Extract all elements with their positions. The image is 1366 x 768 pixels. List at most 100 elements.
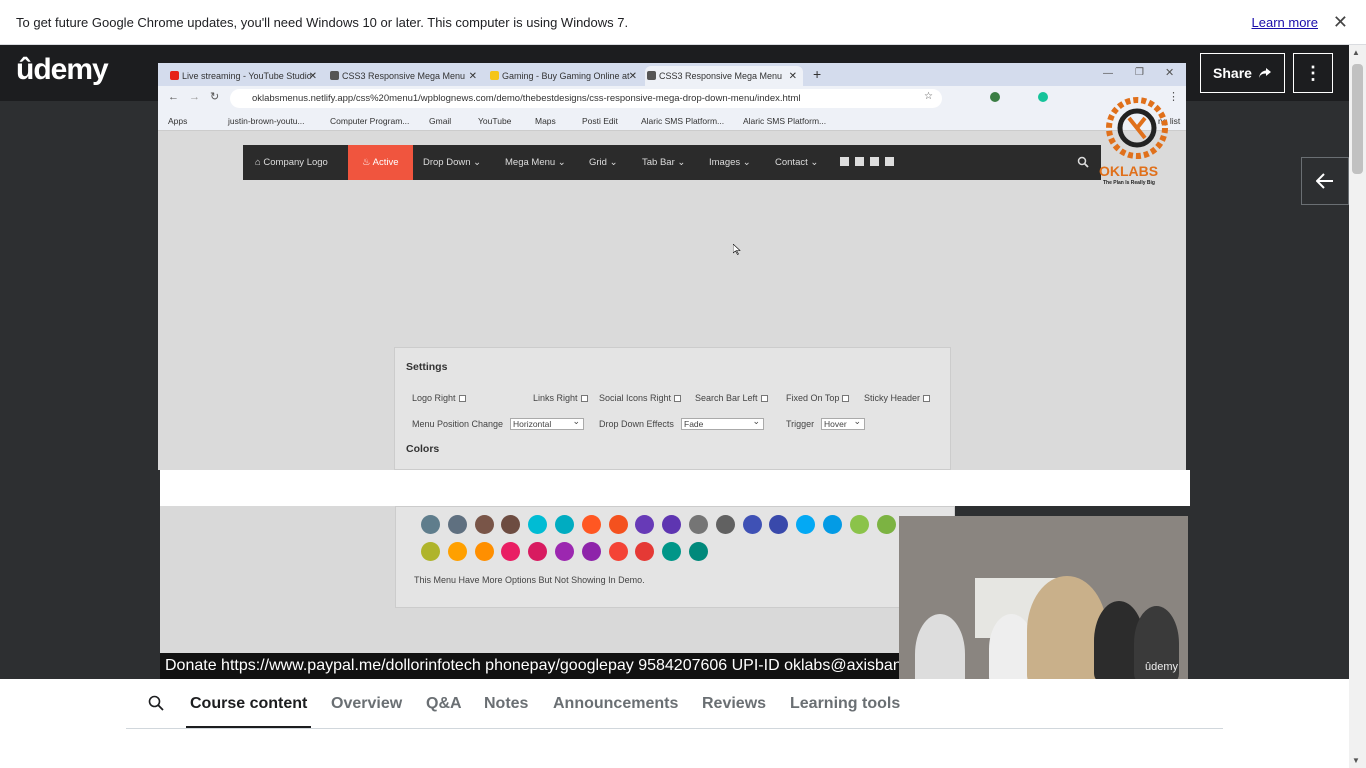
- drop-down-effects-select[interactable]: Fade: [681, 416, 764, 430]
- new-tab-icon[interactable]: +: [813, 66, 821, 82]
- nav-item-grid[interactable]: Grid ⌄: [589, 145, 618, 180]
- scroll-up-icon[interactable]: ▲: [1352, 48, 1360, 57]
- oklabs-name: OKLABS: [1099, 163, 1159, 179]
- tab-announcements[interactable]: Announcements: [553, 695, 678, 713]
- color-swatch[interactable]: [421, 515, 440, 534]
- facebook-icon[interactable]: [840, 157, 849, 166]
- bookmark-item[interactable]: Gmail: [429, 116, 451, 126]
- restore-icon[interactable]: ❐: [1135, 67, 1144, 78]
- twitter-icon[interactable]: [855, 157, 864, 166]
- color-swatch[interactable]: [581, 515, 601, 534]
- learn-more-link[interactable]: Learn more: [1252, 15, 1318, 30]
- nav-logo[interactable]: ⌂ Company Logo: [255, 145, 328, 180]
- bookmark-item[interactable]: Posti Edit: [582, 116, 618, 126]
- links-right-option[interactable]: Links Right: [533, 393, 588, 403]
- forward-icon[interactable]: →: [189, 91, 200, 103]
- url-field[interactable]: oklabsmenus.netlify.app/css%20menu1/wpbl…: [230, 89, 942, 108]
- color-swatch[interactable]: [474, 542, 494, 561]
- back-icon[interactable]: ←: [168, 91, 179, 103]
- tab-learning-tools[interactable]: Learning tools: [790, 695, 900, 713]
- color-swatch[interactable]: [876, 515, 896, 534]
- share-button[interactable]: Share: [1200, 53, 1285, 93]
- bookmark-item[interactable]: YouTube: [478, 116, 511, 126]
- tab-title: Gaming - Buy Gaming Online at: [502, 71, 630, 81]
- color-swatch[interactable]: [823, 515, 842, 534]
- color-swatch[interactable]: [715, 515, 735, 534]
- option-label: Logo Right: [412, 393, 456, 403]
- checkbox[interactable]: [458, 395, 466, 403]
- nav-item-active[interactable]: ♨ Active: [348, 145, 413, 180]
- option-label: Links Right: [533, 393, 578, 403]
- bookmark-item[interactable]: Alaric SMS Platform...: [641, 116, 724, 126]
- nav-item-images[interactable]: Images ⌄: [709, 145, 751, 180]
- url-text: oklabsmenus.netlify.app/css%20menu1/wpbl…: [252, 93, 801, 104]
- inner-tab-youtube[interactable]: Live streaming - YouTube Studio ✕: [168, 66, 323, 86]
- more-options-button[interactable]: ⋮: [1293, 53, 1333, 93]
- color-swatch[interactable]: [689, 515, 708, 534]
- close-icon[interactable]: ✕: [1333, 12, 1348, 33]
- tab-overview[interactable]: Overview: [331, 695, 402, 713]
- color-swatch[interactable]: [555, 515, 574, 534]
- tab-reviews[interactable]: Reviews: [702, 695, 766, 713]
- google-plus-icon[interactable]: [870, 157, 879, 166]
- extension-icon[interactable]: [990, 92, 1000, 102]
- tab-qa[interactable]: Q&A: [426, 695, 462, 713]
- checkbox[interactable]: [760, 395, 768, 403]
- inner-tab-css-menu[interactable]: CSS3 Responsive Mega Menu ✕: [328, 66, 483, 86]
- settings-title: Settings: [406, 361, 448, 373]
- scroll-down-icon[interactable]: ▼: [1352, 756, 1360, 765]
- search-bar-left-option[interactable]: Search Bar Left: [695, 393, 768, 403]
- nav-item-drop-down[interactable]: Drop Down ⌄: [423, 145, 481, 180]
- color-swatch[interactable]: [555, 542, 574, 561]
- social-icons-right-option[interactable]: Social Icons Right: [599, 393, 682, 403]
- update-message: To get future Google Chrome updates, you…: [16, 14, 629, 30]
- colors-title: Colors: [406, 443, 440, 455]
- color-swatch[interactable]: [849, 515, 869, 534]
- bookmark-item[interactable]: Alaric SMS Platform...: [743, 116, 826, 126]
- udemy-logo[interactable]: ûdemy: [16, 53, 109, 87]
- color-swatch[interactable]: [447, 515, 467, 534]
- color-swatch[interactable]: [474, 515, 494, 534]
- scrollbar-thumb[interactable]: [1352, 64, 1363, 174]
- color-swatch[interactable]: [608, 515, 628, 534]
- star-icon[interactable]: ☆: [924, 91, 933, 102]
- nav-item-mega-menu[interactable]: Mega Menu ⌄: [505, 145, 566, 180]
- demo-mega-menu-nav: ⌂ Company Logo ♨ Active Drop Down ⌄ Mega…: [243, 145, 1101, 180]
- color-swatch[interactable]: [421, 542, 440, 561]
- nav-item-tab-bar[interactable]: Tab Bar ⌄: [642, 145, 685, 180]
- search-icon[interactable]: [148, 695, 164, 711]
- window-close-icon[interactable]: ✕: [1165, 66, 1174, 79]
- checkbox[interactable]: [580, 395, 588, 403]
- inner-tab-css-menu-active[interactable]: CSS3 Responsive Mega Menu ✕: [645, 66, 803, 86]
- reload-icon[interactable]: ↻: [210, 90, 219, 103]
- checkbox[interactable]: [674, 395, 682, 403]
- menu-position-select[interactable]: Horizontal: [510, 416, 584, 430]
- inner-address-bar: ← → ↻ oklabsmenus.netlify.app/css%20menu…: [158, 86, 1186, 111]
- inner-tab-gaming[interactable]: Gaming - Buy Gaming Online at ✕: [488, 66, 643, 86]
- color-swatch[interactable]: [447, 542, 467, 561]
- color-swatch[interactable]: [689, 542, 708, 561]
- grammarly-icon[interactable]: [1038, 92, 1048, 102]
- bookmark-item[interactable]: Computer Program...: [330, 116, 409, 126]
- nav-item-contact[interactable]: Contact ⌄: [775, 145, 818, 180]
- fixed-on-top-option[interactable]: Fixed On Top: [786, 393, 850, 403]
- search-icon[interactable]: [1077, 156, 1089, 168]
- bookmark-item[interactable]: justin-brown-youtu...: [228, 116, 305, 126]
- logo-right-option[interactable]: Logo Right: [412, 393, 466, 403]
- checkbox[interactable]: [923, 395, 931, 403]
- bookmark-item[interactable]: Apps: [168, 116, 187, 126]
- active-tab-indicator: [186, 726, 311, 728]
- demo-note: This Menu Have More Options But Not Show…: [414, 575, 645, 585]
- color-swatch[interactable]: [581, 542, 601, 561]
- minimize-icon[interactable]: —: [1103, 68, 1113, 79]
- checkbox[interactable]: [842, 395, 850, 403]
- color-swatch[interactable]: [608, 542, 628, 561]
- trigger-select[interactable]: Hover: [821, 416, 865, 430]
- expand-sidebar-button[interactable]: [1301, 157, 1349, 205]
- tab-notes[interactable]: Notes: [484, 695, 528, 713]
- sticky-header-option[interactable]: Sticky Header: [864, 393, 931, 403]
- pinterest-icon[interactable]: [885, 157, 894, 166]
- bookmark-item[interactable]: Maps: [535, 116, 556, 126]
- color-swatch[interactable]: [742, 515, 762, 534]
- tab-course-content[interactable]: Course content: [190, 695, 307, 713]
